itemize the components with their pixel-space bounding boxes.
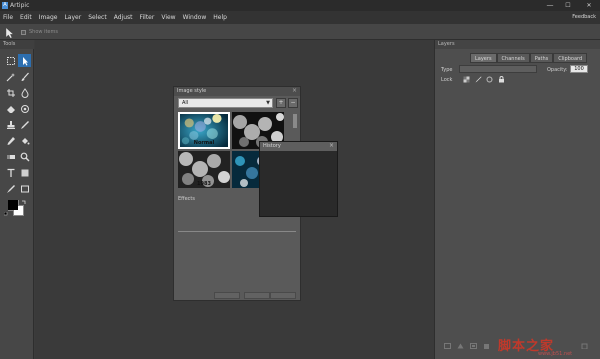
rectangle-icon[interactable] <box>18 182 31 195</box>
style-category-select[interactable]: All ▼ <box>178 98 273 108</box>
blur-icon[interactable] <box>18 102 31 115</box>
layers-header: Layers <box>435 40 600 49</box>
menu-image[interactable]: Image <box>39 14 58 21</box>
remove-style-button[interactable]: − <box>288 98 298 108</box>
lock-transparency-icon[interactable] <box>463 76 470 83</box>
menu-view[interactable]: View <box>161 14 175 21</box>
menu-window[interactable]: Window <box>183 14 207 21</box>
text-icon[interactable] <box>4 166 17 179</box>
close-window-button[interactable]: ✕ <box>582 1 596 10</box>
image-style-header[interactable]: Image style × <box>174 87 300 96</box>
minimize-button[interactable]: — <box>543 1 557 10</box>
layer-type-select[interactable] <box>459 65 537 73</box>
dialog-button-3[interactable] <box>270 292 296 299</box>
chevron-down-icon: ▼ <box>266 100 270 106</box>
move-icon[interactable] <box>18 54 31 67</box>
swap-colors-icon[interactable] <box>21 200 26 205</box>
marquee-icon[interactable] <box>4 54 17 67</box>
menu-layer[interactable]: Layer <box>64 14 81 21</box>
tools-header: Tools <box>0 40 34 49</box>
divider <box>178 231 296 232</box>
stamp-icon[interactable] <box>4 118 17 131</box>
lock-pixels-icon[interactable] <box>475 76 482 83</box>
maximize-button[interactable]: ☐ <box>561 1 575 10</box>
eraser-icon[interactable] <box>4 102 17 115</box>
tab-layers[interactable]: Layers <box>470 53 497 63</box>
history-header[interactable]: History × <box>260 142 337 151</box>
app-title: Artipic <box>10 2 30 9</box>
tab-paths[interactable]: Paths <box>529 53 554 63</box>
pen-icon[interactable] <box>4 182 17 195</box>
feedback-link[interactable]: Feedback <box>572 14 596 20</box>
app-logo: A <box>2 2 8 9</box>
opacity-label: Opacity: <box>547 67 568 73</box>
lock-all-icon[interactable] <box>498 76 505 83</box>
show-items-label: Show items <box>29 29 58 35</box>
menu-filter[interactable]: Filter <box>139 14 154 21</box>
layer-style-icon[interactable] <box>457 343 464 349</box>
drop-icon[interactable] <box>18 86 31 99</box>
gradient-icon[interactable] <box>4 150 17 163</box>
title-bar: A Artipic — ☐ ✕ <box>0 0 600 11</box>
layers-title: Layers <box>438 41 455 47</box>
close-icon[interactable]: × <box>292 87 297 94</box>
tab-channels[interactable]: Channels <box>496 53 530 63</box>
menu-adjust[interactable]: Adjust <box>114 14 133 21</box>
menu-bar: File Edit Image Layer Select Adjust Filt… <box>0 11 600 24</box>
fill-icon[interactable] <box>18 134 31 147</box>
watermark-url: www.jb51.net <box>538 351 573 357</box>
history-title: History <box>263 143 281 149</box>
move-tool-preset-icon[interactable] <box>4 27 15 38</box>
dialog-button-2[interactable] <box>244 292 270 299</box>
menu-edit[interactable]: Edit <box>20 14 32 21</box>
zoom-icon[interactable] <box>18 150 31 163</box>
pencil-icon[interactable] <box>18 118 31 131</box>
thumbnail-label: 1983 <box>197 181 211 187</box>
effects-label: Effects <box>178 196 195 202</box>
close-icon[interactable]: × <box>329 142 334 149</box>
shape-icon[interactable] <box>18 166 31 179</box>
style-thumbnail-normal[interactable]: Normal <box>178 112 230 149</box>
magic-wand-icon[interactable] <box>4 70 17 83</box>
style-category-value: All <box>182 100 189 106</box>
new-layer-icon[interactable] <box>470 343 477 349</box>
dialog-button-1[interactable] <box>214 292 240 299</box>
history-panel: History × <box>259 141 338 217</box>
thumbnail-label: Normal <box>193 140 215 146</box>
add-style-button[interactable]: + <box>276 98 286 108</box>
lock-position-icon[interactable] <box>486 76 493 83</box>
layers-panel: Layers Layers Channels Paths Clipboard T… <box>434 40 600 359</box>
eyedropper-icon[interactable] <box>4 134 17 147</box>
tools-title: Tools <box>3 41 16 47</box>
crop-icon[interactable] <box>4 86 17 99</box>
type-label: Type <box>441 67 453 73</box>
menu-select[interactable]: Select <box>88 14 107 21</box>
show-items-checkbox[interactable] <box>21 30 26 35</box>
menu-file[interactable]: File <box>3 14 13 21</box>
link-layers-icon[interactable] <box>444 343 451 349</box>
default-colors-icon[interactable] <box>3 211 9 217</box>
image-style-title: Image style <box>177 88 207 94</box>
delete-layer-icon[interactable] <box>483 343 490 349</box>
tools-panel: Tools <box>0 40 34 359</box>
options-bar: Show items <box>0 24 600 40</box>
opacity-input[interactable]: 100 <box>570 65 588 73</box>
lock-label: Lock <box>441 77 453 83</box>
thumbnail-scrollbar[interactable] <box>293 114 297 128</box>
foreground-color-fill <box>8 200 18 210</box>
menu-help[interactable]: Help <box>213 14 227 21</box>
brush-icon[interactable] <box>18 70 31 83</box>
layers-tabs: Layers Channels Paths Clipboard <box>470 53 588 63</box>
trash-icon[interactable] <box>581 343 588 350</box>
tab-clipboard[interactable]: Clipboard <box>553 53 588 63</box>
style-thumbnail-1983[interactable]: 1983 <box>178 151 230 188</box>
